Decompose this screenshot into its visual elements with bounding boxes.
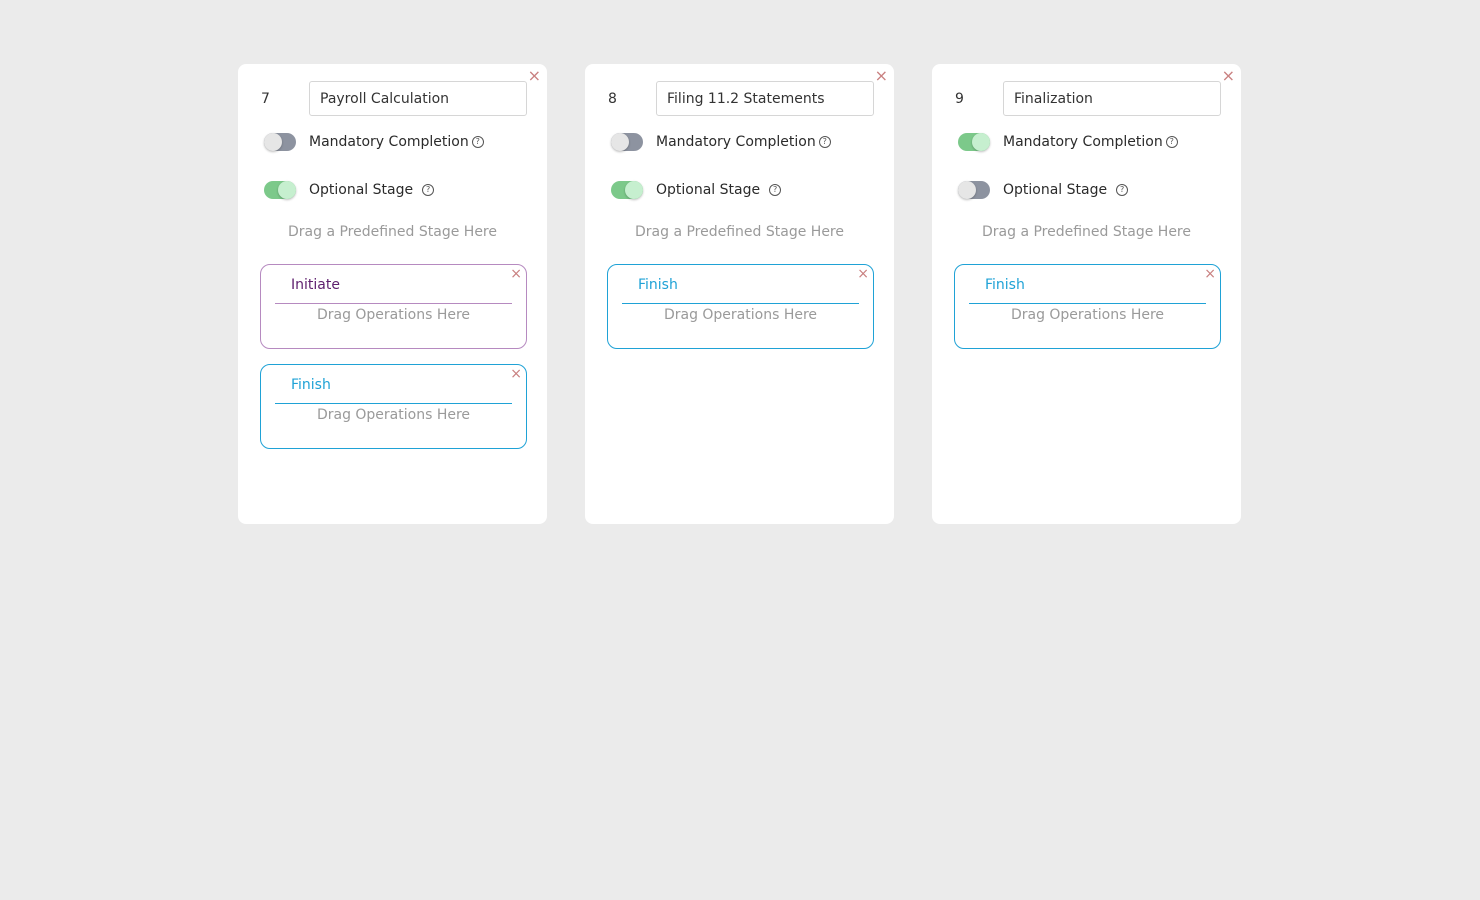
- operations-dropzone[interactable]: Drag Operations Here: [261, 307, 526, 323]
- remove-operation-group-icon[interactable]: ×: [857, 267, 869, 281]
- help-icon[interactable]: ?: [1165, 136, 1178, 148]
- help-icon[interactable]: ?: [422, 184, 435, 196]
- stage-header: 7: [261, 81, 527, 116]
- mandatory-completion-label: Mandatory Completion: [656, 134, 816, 150]
- remove-stage-icon[interactable]: ×: [528, 68, 541, 84]
- stage-board: × 7 Mandatory Completion ? Optional Stag…: [238, 64, 1241, 524]
- optional-stage-label: Optional Stage: [1003, 182, 1108, 198]
- mandatory-completion-label: Mandatory Completion: [1003, 134, 1163, 150]
- predefined-stage-dropzone[interactable]: Drag a Predefined Stage Here: [585, 224, 894, 240]
- toggle-knob: [278, 181, 296, 199]
- remove-operation-group-icon[interactable]: ×: [1204, 267, 1216, 281]
- help-icon[interactable]: ?: [769, 184, 782, 196]
- toggle-knob: [625, 181, 643, 199]
- toggle-knob: [264, 133, 282, 151]
- predefined-stage-dropzone[interactable]: Drag a Predefined Stage Here: [238, 224, 547, 240]
- optional-stage-toggle[interactable]: [611, 181, 643, 199]
- mandatory-completion-toggle[interactable]: [264, 133, 296, 151]
- stage-name-input[interactable]: [1003, 81, 1221, 116]
- mandatory-completion-toggle[interactable]: [958, 133, 990, 151]
- operation-group-title: Finish: [985, 277, 1025, 293]
- mandatory-completion-row: Mandatory Completion ?: [264, 133, 484, 151]
- optional-stage-toggle[interactable]: [264, 181, 296, 199]
- help-icon[interactable]: ?: [818, 136, 831, 148]
- stage-number: 7: [261, 90, 270, 107]
- optional-stage-label: Optional Stage: [656, 182, 761, 198]
- toggle-knob: [958, 181, 976, 199]
- remove-operation-group-icon[interactable]: ×: [510, 367, 522, 381]
- operation-group-finish[interactable]: × Finish Drag Operations Here: [954, 264, 1221, 349]
- operation-group-finish[interactable]: × Finish Drag Operations Here: [607, 264, 874, 349]
- help-icon[interactable]: ?: [471, 136, 484, 148]
- divider: [275, 303, 512, 304]
- divider: [622, 303, 859, 304]
- stage-card: × 7 Mandatory Completion ? Optional Stag…: [238, 64, 547, 524]
- operation-group-finish[interactable]: × Finish Drag Operations Here: [260, 364, 527, 449]
- toggle-knob: [972, 133, 990, 151]
- optional-stage-label: Optional Stage: [309, 182, 414, 198]
- operations-dropzone[interactable]: Drag Operations Here: [955, 307, 1220, 323]
- operation-group-title: Finish: [291, 377, 331, 393]
- mandatory-completion-row: Mandatory Completion ?: [958, 133, 1178, 151]
- mandatory-completion-label: Mandatory Completion: [309, 134, 469, 150]
- stage-header: 9: [955, 81, 1221, 116]
- operation-group-title: Initiate: [291, 277, 340, 293]
- stage-card: × 8 Mandatory Completion ? Optional Stag…: [585, 64, 894, 524]
- mandatory-completion-row: Mandatory Completion ?: [611, 133, 831, 151]
- stage-name-input[interactable]: [309, 81, 527, 116]
- divider: [275, 403, 512, 404]
- divider: [969, 303, 1206, 304]
- optional-stage-row: Optional Stage ?: [264, 181, 435, 199]
- operation-group-initiate[interactable]: × Initiate Drag Operations Here: [260, 264, 527, 349]
- stage-card: × 9 Mandatory Completion ? Optional Stag…: [932, 64, 1241, 524]
- toggle-knob: [611, 133, 629, 151]
- optional-stage-row: Optional Stage ?: [611, 181, 782, 199]
- help-icon[interactable]: ?: [1116, 184, 1129, 196]
- stage-name-input[interactable]: [656, 81, 874, 116]
- stage-number: 8: [608, 90, 617, 107]
- remove-stage-icon[interactable]: ×: [875, 68, 888, 84]
- remove-stage-icon[interactable]: ×: [1222, 68, 1235, 84]
- stage-number: 9: [955, 90, 964, 107]
- stage-header: 8: [608, 81, 874, 116]
- predefined-stage-dropzone[interactable]: Drag a Predefined Stage Here: [932, 224, 1241, 240]
- operations-dropzone[interactable]: Drag Operations Here: [261, 407, 526, 423]
- optional-stage-row: Optional Stage ?: [958, 181, 1129, 199]
- mandatory-completion-toggle[interactable]: [611, 133, 643, 151]
- remove-operation-group-icon[interactable]: ×: [510, 267, 522, 281]
- operations-dropzone[interactable]: Drag Operations Here: [608, 307, 873, 323]
- optional-stage-toggle[interactable]: [958, 181, 990, 199]
- operation-group-title: Finish: [638, 277, 678, 293]
